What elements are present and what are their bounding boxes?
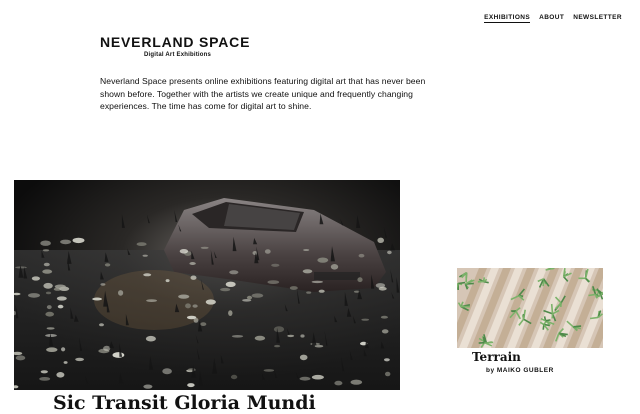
nav-about-link[interactable]: ABOUT bbox=[539, 14, 564, 23]
featured-exhibition-image[interactable] bbox=[14, 180, 400, 390]
site-title: NEVERLAND SPACE bbox=[100, 34, 251, 50]
featured-exhibition-title[interactable]: Sic Transit Gloria Mundi bbox=[53, 392, 316, 414]
intro-text: Neverland Space presents online exhibiti… bbox=[100, 76, 426, 112]
top-navigation: EXHIBITIONS ABOUT NEWSLETTER bbox=[484, 14, 622, 23]
exhibition-card-title[interactable]: Terrain bbox=[472, 350, 521, 364]
site-tagline: Digital Art Exhibitions bbox=[144, 52, 212, 58]
featured-artwork bbox=[14, 180, 400, 390]
exhibition-card-byline: by MAIKO GUBLER bbox=[486, 367, 554, 374]
exhibition-card-image[interactable] bbox=[457, 268, 603, 348]
nav-newsletter-link[interactable]: NEWSLETTER bbox=[573, 14, 622, 23]
nav-exhibitions-link[interactable]: EXHIBITIONS bbox=[484, 14, 531, 23]
site-logo[interactable]: NEVERLAND SPACE Digital Art Exhibitions bbox=[100, 34, 251, 59]
terrain-artwork bbox=[457, 268, 603, 348]
